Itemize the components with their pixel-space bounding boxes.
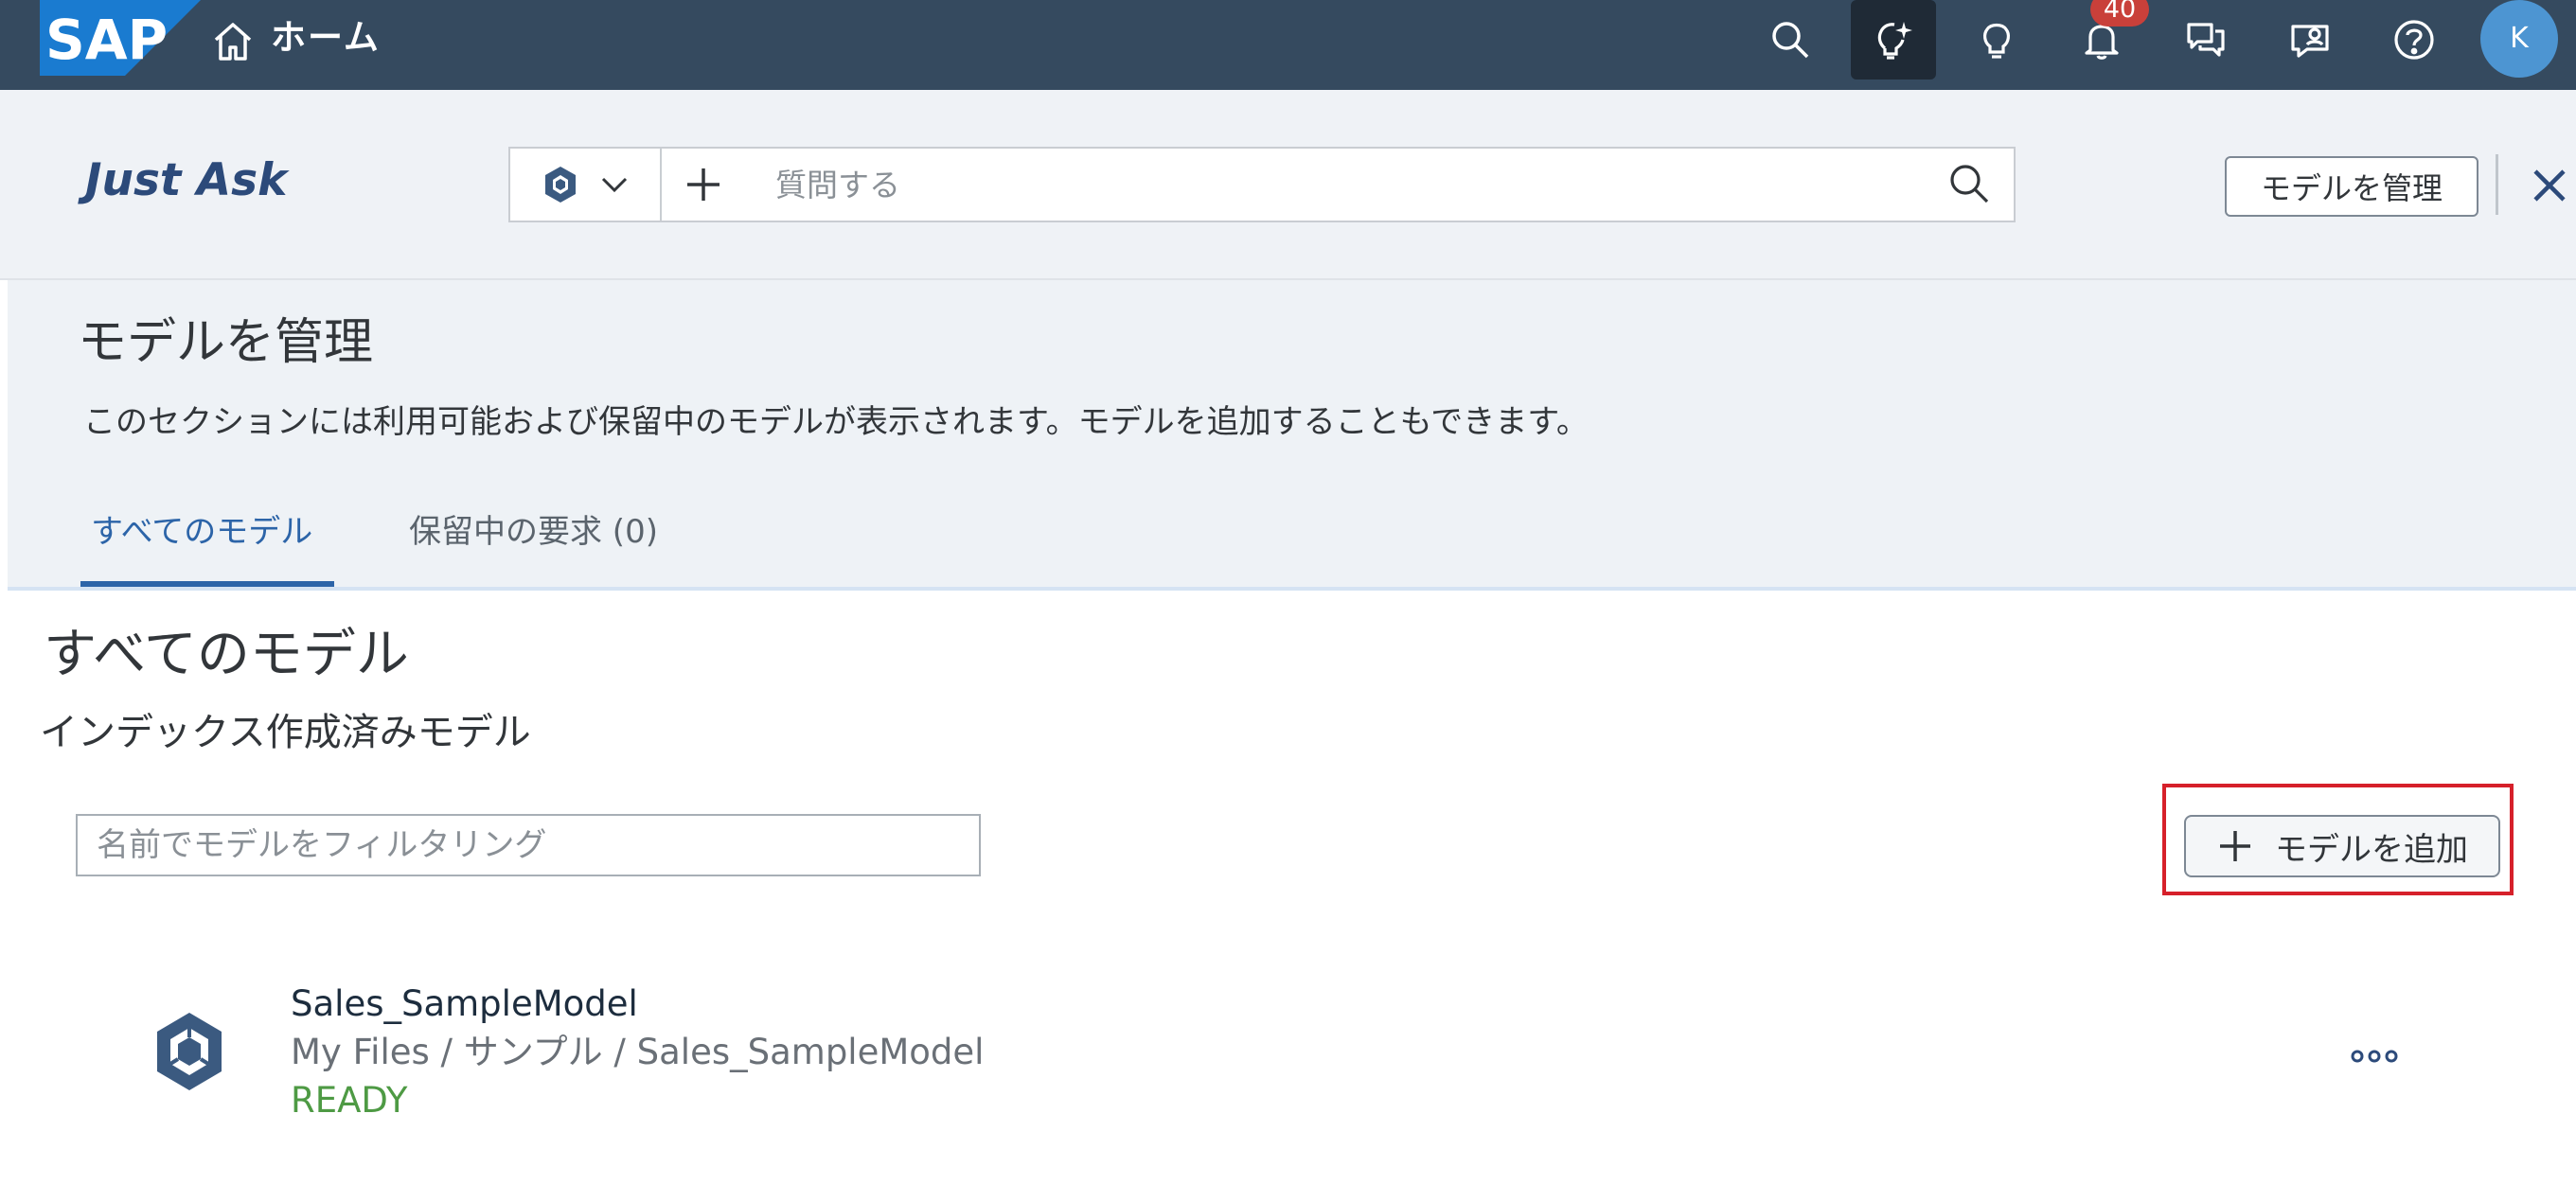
just-ask-bar: Just Ask モデルを管理 bbox=[0, 90, 2576, 280]
home-icon[interactable] bbox=[210, 19, 256, 64]
feedback-icon bbox=[2291, 25, 2329, 58]
section-subtitle: インデックス作成済みモデル bbox=[40, 711, 531, 754]
status-badge: READY bbox=[291, 1080, 408, 1121]
tab-all-models[interactable]: すべてのモデル bbox=[91, 504, 312, 560]
section-title: すべてのモデル bbox=[44, 624, 409, 685]
shell-bar: SAP ホーム 40 K bbox=[0, 0, 2576, 90]
toolbar-divider bbox=[2496, 154, 2498, 215]
manage-models-header: モデルを管理 このセクションには利用可能および保留中のモデルが表示されます。モデ… bbox=[0, 280, 2576, 591]
logo-text: SAP bbox=[45, 8, 168, 72]
add-model-button[interactable]: モデルを追加 bbox=[2184, 815, 2500, 877]
model-name[interactable]: Sales_SampleModel bbox=[291, 979, 638, 1030]
plus-icon bbox=[2220, 831, 2250, 861]
manage-models-button[interactable]: モデルを管理 bbox=[2225, 156, 2478, 217]
ask-question-input[interactable] bbox=[775, 156, 1911, 213]
page-description: このセクションには利用可能および保留中のモデルが表示されます。モデルを追加するこ… bbox=[83, 403, 1589, 441]
just-ask-title: Just Ask bbox=[85, 154, 288, 206]
list-item[interactable]: Sales_SampleModel My Files / サンプル / Sale… bbox=[0, 956, 2576, 1145]
page-title: モデルを管理 bbox=[78, 314, 374, 371]
lightbulb-icon bbox=[1983, 23, 2010, 59]
user-avatar[interactable]: K bbox=[2480, 0, 2558, 78]
notification-badge: 40 bbox=[2090, 0, 2149, 27]
add-context-button[interactable] bbox=[677, 158, 730, 211]
ask-search-field bbox=[508, 147, 2016, 222]
shell-just-ask-button[interactable] bbox=[1851, 0, 1936, 80]
model-path: My Files / サンプル / Sales_SampleModel bbox=[291, 1032, 985, 1072]
tab-baseline bbox=[8, 587, 2576, 591]
shell-feedback-button[interactable] bbox=[2267, 0, 2353, 80]
just-ask-icon bbox=[1877, 22, 1912, 60]
search-icon bbox=[1772, 22, 1809, 59]
close-icon[interactable] bbox=[2526, 162, 2573, 209]
cube-icon bbox=[157, 1013, 222, 1090]
chevron-down-icon bbox=[601, 177, 628, 193]
search-icon[interactable] bbox=[1945, 160, 1993, 207]
shell-help-button[interactable] bbox=[2372, 0, 2457, 80]
shell-lightbulb-button[interactable] bbox=[1955, 0, 2040, 80]
model-selector-dropdown[interactable] bbox=[510, 149, 662, 221]
shell-chat-button[interactable] bbox=[2163, 0, 2248, 80]
home-title[interactable]: ホーム bbox=[271, 11, 381, 64]
model-filter-input[interactable] bbox=[76, 814, 981, 876]
help-icon bbox=[2394, 20, 2434, 60]
shell-search-button[interactable] bbox=[1748, 0, 1833, 80]
add-model-label: モデルを追加 bbox=[2275, 830, 2468, 869]
tab-pending-requests[interactable]: 保留中の要求 (0) bbox=[409, 504, 658, 560]
cube-icon bbox=[545, 167, 576, 203]
more-options-icon[interactable] bbox=[2348, 1037, 2401, 1075]
chat-icon bbox=[2187, 23, 2225, 57]
sap-logo[interactable]: SAP bbox=[40, 0, 201, 76]
plus-icon bbox=[687, 168, 720, 201]
